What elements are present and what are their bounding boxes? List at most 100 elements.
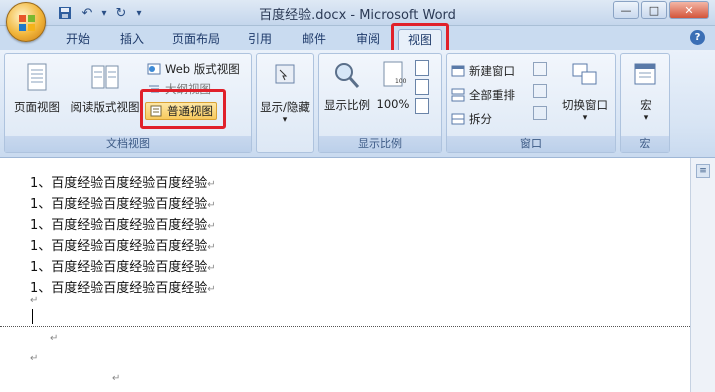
paragraph-mark: ↵ (30, 353, 39, 364)
tab-insert[interactable]: 插入 (112, 29, 152, 50)
reading-view-button[interactable]: 阅读版式视图 (67, 62, 143, 115)
tab-home[interactable]: 开始 (58, 29, 98, 50)
show-hide-label: 显示/隐藏 (260, 100, 310, 114)
vertical-scrollbar[interactable]: ≡ (690, 158, 715, 392)
paragraph-mark: ↵ (207, 179, 216, 190)
office-button[interactable] (6, 2, 46, 42)
split-icon (451, 113, 465, 125)
line-text: 1、百度经验百度经验百度经验 (30, 197, 208, 212)
paragraph-mark: ↵ (112, 373, 121, 384)
split-button[interactable]: 拆分 (451, 110, 492, 128)
zoom-button[interactable]: 显示比例 (321, 60, 373, 113)
show-hide-dropdown-icon: ▾ (282, 115, 288, 125)
minimize-button[interactable]: — (613, 1, 639, 19)
macros-button[interactable]: 宏 ▾ (623, 60, 669, 123)
group-show-hide: 显示/隐藏 ▾ (256, 53, 314, 153)
group-label-zoom: 显示比例 (319, 136, 441, 152)
line-text: 1、百度经验百度经验百度经验 (30, 218, 208, 233)
show-hide-icon (275, 64, 295, 84)
paragraph-mark: ↵ (207, 263, 216, 274)
group-macros: 宏 ▾ 宏 (620, 53, 670, 153)
view-side-by-side-icon[interactable] (533, 62, 547, 76)
draft-view-highlight (140, 89, 226, 129)
empty-paragraph: ↵ (30, 292, 38, 307)
switch-windows-dropdown-icon: ▾ (582, 113, 588, 123)
text-cursor (32, 309, 33, 324)
document-line-4: 1、百度经验百度经验百度经验↵ (30, 235, 216, 254)
group-window: 新建窗口 全部重排 拆分 切换窗口 ▾ 窗口 (446, 53, 616, 153)
web-view-button[interactable]: Web 版式视图 (147, 60, 240, 78)
title-bar: ↶ ▾ ↻ ▾ 百度经验.docx - Microsoft Word — □ ✕ (0, 0, 715, 26)
document-line-6: 1、百度经验百度经验百度经验↵ (30, 277, 216, 296)
page-100-icon (383, 61, 403, 87)
split-label: 拆分 (469, 112, 492, 126)
line-text: 1、百度经验百度经验百度经验 (30, 281, 208, 296)
ribbon-tabs: 开始 插入 页面布局 引用 邮件 审阅 视图 ? (0, 26, 715, 50)
ribbon: 页面视图 阅读版式视图 Web 版式视图 大纲视图 普通视图 文档视图 显示/隐… (0, 50, 715, 158)
page-view-button[interactable]: 页面视图 (11, 62, 63, 115)
window-title: 百度经验.docx - Microsoft Word (259, 8, 456, 23)
group-label-macros: 宏 (621, 136, 669, 152)
one-page-icon[interactable] (415, 60, 429, 76)
line-text: 1、百度经验百度经验百度经验 (30, 239, 208, 254)
zoom-label: 显示比例 (324, 98, 370, 112)
two-pages-icon[interactable] (415, 79, 429, 95)
help-icon[interactable]: ? (690, 30, 705, 45)
group-label-window: 窗口 (447, 136, 615, 152)
tab-mailings[interactable]: 邮件 (296, 29, 332, 50)
web-view-label: Web 版式视图 (165, 62, 240, 76)
arrange-all-label: 全部重排 (469, 88, 515, 102)
web-layout-icon (147, 63, 161, 75)
switch-windows-icon (572, 63, 597, 85)
tab-review[interactable]: 审阅 (350, 29, 386, 50)
group-label-document-views: 文档视图 (5, 136, 251, 152)
reading-view-label: 阅读版式视图 (70, 100, 140, 114)
page-layout-mini-buttons (415, 60, 435, 114)
arrange-all-button[interactable]: 全部重排 (451, 86, 515, 104)
maximize-button[interactable]: □ (641, 1, 667, 19)
page-view-label: 页面视图 (14, 100, 60, 114)
paragraph-mark: ↵ (207, 284, 216, 295)
page-width-icon[interactable] (415, 98, 429, 114)
sync-scroll-icon[interactable] (533, 84, 547, 98)
page-break-line (0, 326, 690, 327)
paragraph-mark: ↵ (207, 242, 216, 253)
paragraph-mark: ↵ (30, 295, 39, 306)
page-view-icon (27, 63, 47, 91)
arrange-all-icon (451, 88, 465, 102)
ruler-toggle-icon[interactable]: ≡ (696, 164, 710, 178)
macros-icon (634, 63, 656, 85)
magnifier-icon (335, 63, 360, 88)
paragraph-mark: ↵ (207, 221, 216, 232)
empty-paragraph: ↵ (50, 330, 58, 345)
page-100-icon-text: 100 (395, 78, 407, 85)
document-area[interactable]: 1、百度经验百度经验百度经验↵ 1、百度经验百度经验百度经验↵ 1、百度经验百度… (0, 158, 690, 392)
new-window-button[interactable]: 新建窗口 (451, 62, 515, 80)
macros-label: 宏 (640, 98, 652, 112)
group-zoom: 显示比例 100% 100 显示比例 (318, 53, 442, 153)
paragraph-mark: ↵ (207, 200, 216, 211)
side-by-side-buttons (533, 62, 553, 120)
line-text: 1、百度经验百度经验百度经验 (30, 176, 208, 191)
document-line-1: 1、百度经验百度经验百度经验↵ (30, 172, 216, 191)
window-controls: — □ ✕ (613, 1, 709, 19)
new-window-icon (451, 65, 465, 77)
new-window-label: 新建窗口 (469, 64, 515, 78)
document-line-2: 1、百度经验百度经验百度经验↵ (30, 193, 216, 212)
zoom-100-button[interactable]: 100% (375, 60, 411, 111)
empty-paragraph: ↵ (112, 370, 120, 385)
tab-page-layout[interactable]: 页面布局 (166, 29, 226, 50)
tab-references[interactable]: 引用 (242, 29, 278, 50)
switch-windows-button[interactable]: 切换窗口 ▾ (555, 60, 615, 123)
show-hide-button[interactable]: 显示/隐藏 ▾ (257, 62, 313, 125)
close-button[interactable]: ✕ (669, 1, 709, 19)
paragraph-mark: ↵ (50, 333, 59, 344)
document-line-5: 1、百度经验百度经验百度经验↵ (30, 256, 216, 275)
line-text: 1、百度经验百度经验百度经验 (30, 260, 208, 275)
macros-dropdown-icon: ▾ (643, 113, 649, 123)
office-logo-icon (19, 15, 35, 31)
switch-windows-label: 切换窗口 (562, 98, 608, 112)
zoom-100-label: 100% (376, 97, 410, 111)
reset-window-icon[interactable] (533, 106, 547, 120)
empty-paragraph: ↵ (30, 350, 38, 365)
